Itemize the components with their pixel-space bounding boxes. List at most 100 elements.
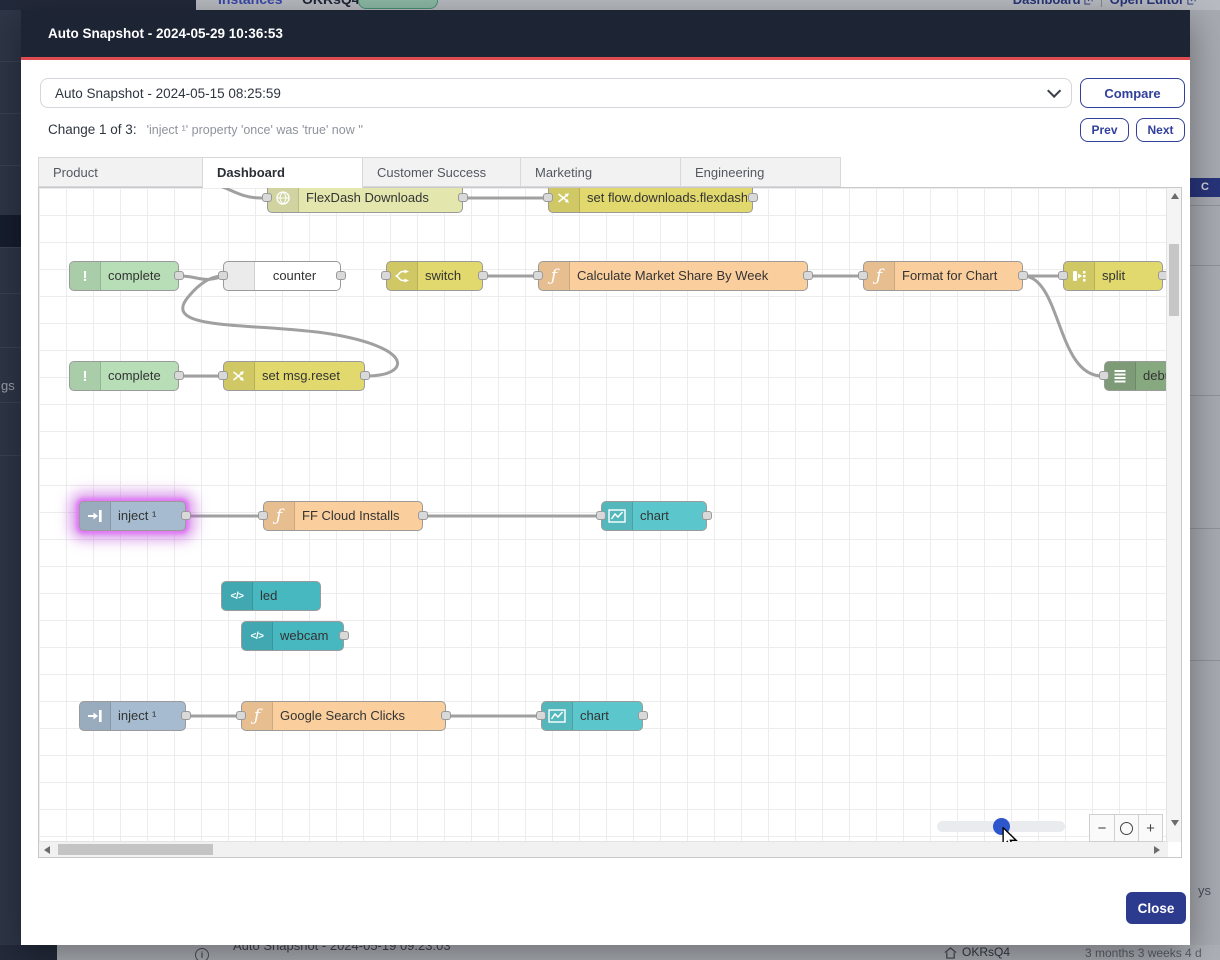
flow-node-format-for-chart[interactable]: ƒ Format for Chart: [863, 261, 1023, 291]
node-label: FF Cloud Installs: [302, 502, 417, 529]
snapshot-dialog: Auto Snapshot - 2024-05-29 10:36:53 Auto…: [21, 10, 1190, 945]
dialog-title: Auto Snapshot - 2024-05-29 10:36:53: [48, 26, 283, 41]
horizontal-scrollbar[interactable]: [39, 841, 1168, 857]
node-label: inject ¹: [118, 702, 180, 729]
input-port: [596, 511, 606, 520]
node-label: Format for Chart: [902, 262, 1017, 289]
scroll-down-arrow[interactable]: [1171, 820, 1179, 826]
flow-node-counter[interactable]: counter: [223, 261, 341, 291]
output-port: [174, 371, 184, 380]
tab-product[interactable]: Product: [38, 157, 203, 187]
output-port: [638, 711, 648, 720]
zoom-in-button[interactable]: +: [1138, 815, 1162, 841]
flow-node-split[interactable]: split: [1063, 261, 1163, 291]
globe-icon: [268, 188, 299, 212]
node-label: Calculate Market Share By Week: [577, 262, 802, 289]
change-description: 'inject ¹' property 'once' was 'true' no…: [147, 123, 363, 137]
vertical-scroll-thumb[interactable]: [1169, 244, 1179, 316]
function-icon: ƒ: [864, 262, 895, 290]
output-port: [181, 511, 191, 520]
input-port: [258, 511, 268, 520]
input-port: [1099, 371, 1109, 380]
change-counter: Change 1 of 3:: [48, 122, 137, 137]
wire: [1024, 276, 1102, 376]
zoom-reset-button[interactable]: [1114, 815, 1138, 841]
change-icon: [549, 188, 580, 212]
scroll-up-arrow[interactable]: [1171, 193, 1179, 199]
flow-node-switch[interactable]: switch: [386, 261, 483, 291]
chevron-down-icon: [1047, 84, 1061, 98]
flow-node-google-search-clicks[interactable]: ƒ Google Search Clicks: [241, 701, 446, 731]
snapshot-select[interactable]: Auto Snapshot - 2024-05-15 08:25:59: [40, 78, 1072, 108]
close-button[interactable]: Close: [1126, 892, 1186, 924]
function-icon: ƒ: [539, 262, 570, 290]
tab-marketing[interactable]: Marketing: [521, 157, 681, 187]
zoom-controls: − +: [1089, 814, 1163, 842]
flow-tabs: ProductDashboardCustomer SuccessMarketin…: [38, 157, 841, 188]
flow-node-inject-1[interactable]: inject ¹: [79, 501, 186, 531]
node-label: debug: [1143, 362, 1168, 389]
input-port: [218, 271, 228, 280]
compare-button[interactable]: Compare: [1080, 78, 1185, 108]
prev-button[interactable]: Prev: [1080, 118, 1129, 142]
flow-node-chart-1[interactable]: chart: [601, 501, 707, 531]
tab-engineering[interactable]: Engineering: [681, 157, 841, 187]
flow-node-set-flow-downloads-flexdash[interactable]: set flow.downloads.flexdash: [548, 188, 753, 213]
input-port: [858, 271, 868, 280]
node-label: chart: [580, 702, 637, 729]
change-summary: Change 1 of 3: 'inject ¹' property 'once'…: [48, 122, 363, 137]
flow-node-complete-2[interactable]: !complete: [69, 361, 179, 391]
flow-node-inject-2[interactable]: inject ¹: [79, 701, 186, 731]
flow-node-led[interactable]: </>led: [221, 581, 321, 611]
output-port: [441, 711, 451, 720]
output-port: [174, 271, 184, 280]
scroll-left-arrow[interactable]: [44, 846, 50, 854]
flow-node-set-msg-reset[interactable]: set msg.reset: [223, 361, 365, 391]
output-port: [1018, 271, 1028, 280]
output-port: [478, 271, 488, 280]
node-label: FlexDash Downloads: [306, 188, 457, 211]
flow-node-debug[interactable]: debug: [1104, 361, 1168, 391]
flow-node-chart-2[interactable]: chart: [541, 701, 643, 731]
node-label: led: [260, 582, 315, 609]
mouse-cursor-icon: [1002, 827, 1018, 842]
zoom-slider[interactable]: [937, 821, 1065, 832]
flow-node-flexdash-downloads[interactable]: FlexDash Downloads: [267, 188, 463, 213]
node-label: complete: [108, 262, 173, 289]
scroll-right-arrow[interactable]: [1154, 846, 1160, 854]
split-icon: [1064, 262, 1095, 290]
function-icon: ƒ: [242, 702, 273, 730]
zoom-reset-icon: [1120, 822, 1133, 835]
dialog-body: Auto Snapshot - 2024-05-15 08:25:59 Comp…: [21, 60, 1190, 945]
input-port: [533, 271, 543, 280]
page: { "background": { "topnav": { "instances…: [0, 0, 1220, 960]
zoom-out-button[interactable]: −: [1090, 815, 1114, 841]
input-port: [536, 711, 546, 720]
node-label: set msg.reset: [262, 362, 359, 389]
output-port: [702, 511, 712, 520]
horizontal-scroll-thumb[interactable]: [58, 844, 213, 855]
dialog-header: Auto Snapshot - 2024-05-29 10:36:53: [21, 10, 1190, 57]
flow-node-ff-cloud-installs[interactable]: ƒFF Cloud Installs: [263, 501, 423, 531]
output-port: [458, 193, 468, 202]
output-port: [336, 271, 346, 280]
node-icon-region: [224, 262, 255, 290]
flow-node-complete-1[interactable]: !complete: [69, 261, 179, 291]
input-port: [1058, 271, 1068, 280]
node-label: Google Search Clicks: [280, 702, 440, 729]
input-port: [262, 193, 272, 202]
output-port: [339, 631, 349, 640]
flow-node-calculate-market-share[interactable]: ƒ Calculate Market Share By Week: [538, 261, 808, 291]
output-port: [418, 511, 428, 520]
next-button[interactable]: Next: [1136, 118, 1185, 142]
change-icon: [224, 362, 255, 390]
wire: [195, 188, 261, 198]
chart-icon: [602, 502, 633, 530]
snapshot-select-value: Auto Snapshot - 2024-05-15 08:25:59: [55, 86, 281, 101]
flow-canvas[interactable]: − + FlexDash Downloads set flow.downloads…: [39, 188, 1168, 842]
tab-dashboard[interactable]: Dashboard: [203, 157, 363, 188]
vertical-scrollbar[interactable]: [1166, 188, 1181, 842]
input-port: [236, 711, 246, 720]
flow-node-webcam[interactable]: </>webcam: [241, 621, 344, 651]
tab-customer-success[interactable]: Customer Success: [363, 157, 521, 187]
